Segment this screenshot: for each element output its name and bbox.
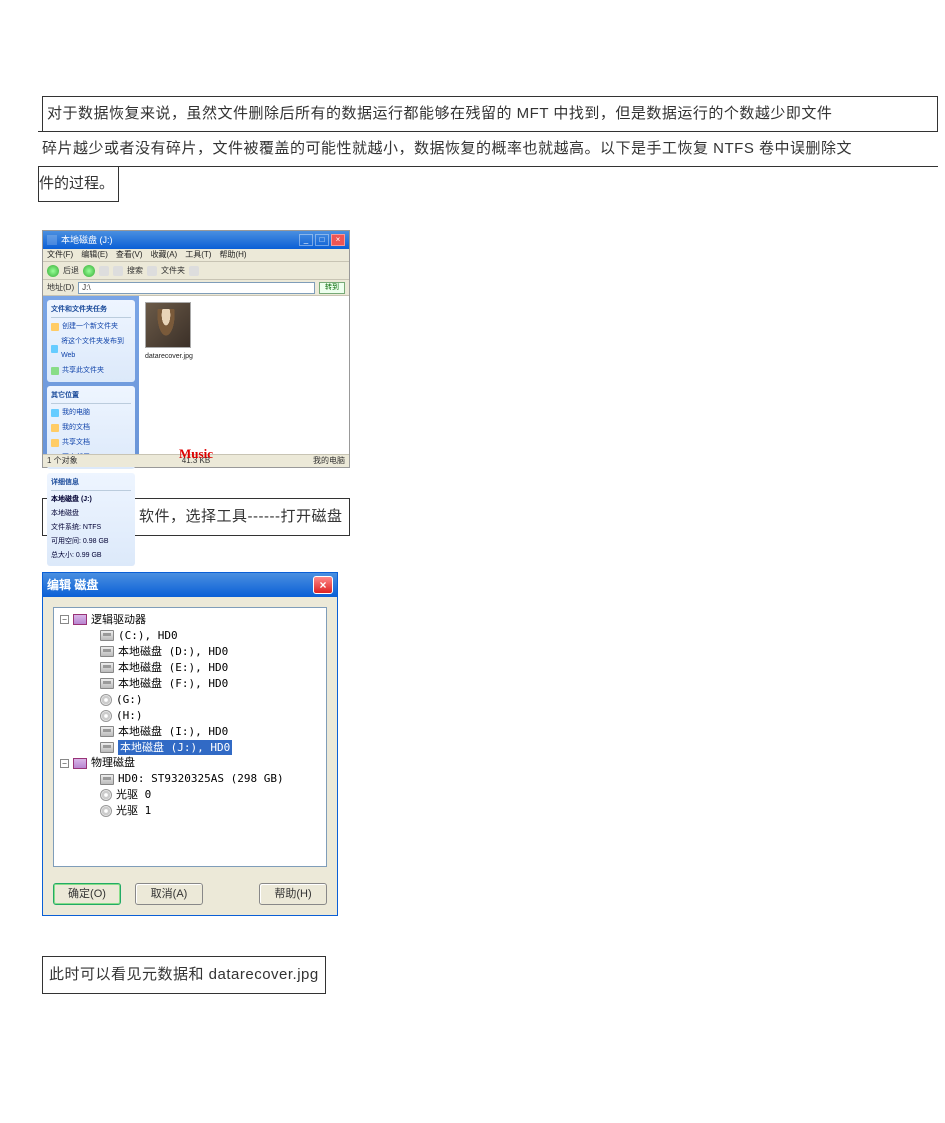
dialog-titlebar: 编辑 磁盘 × xyxy=(43,573,337,597)
file-thumbnail[interactable]: datarecover.jpg xyxy=(145,302,191,364)
thumbnail-image xyxy=(145,302,191,348)
tree-item[interactable]: HD0: ST9320325AS (298 GB) xyxy=(60,771,320,787)
tree-item[interactable]: 本地磁盘 (E:), HD0 xyxy=(60,660,320,676)
details-panel: 详细信息 本地磁盘 (J:) 本地磁盘 文件系统: NTFS 可用空间: 0.9… xyxy=(47,473,135,566)
status-bar: 1 个对象 41.3 KB 我的电脑 Music xyxy=(43,454,349,467)
tree-item[interactable]: 本地磁盘 (D:), HD0 xyxy=(60,644,320,660)
address-label: 地址(D) xyxy=(47,280,74,296)
cd-icon xyxy=(100,710,112,722)
up-icon[interactable] xyxy=(99,266,109,276)
folders-icon[interactable] xyxy=(147,266,157,276)
tree-logical-root[interactable]: −逻辑驱动器 xyxy=(60,612,320,628)
views-icon[interactable] xyxy=(189,266,199,276)
tree-item[interactable]: 本地磁盘 (F:), HD0 xyxy=(60,676,320,692)
close-button[interactable]: × xyxy=(331,234,345,246)
watermark-text: Music xyxy=(179,441,213,467)
details-header: 详细信息 xyxy=(51,476,131,491)
forward-icon[interactable] xyxy=(83,265,95,277)
tasks-header: 文件和文件夹任务 xyxy=(51,303,131,318)
tree-item[interactable]: (C:), HD0 xyxy=(60,628,320,644)
hdd-icon xyxy=(100,630,114,641)
hdd-icon xyxy=(100,646,114,657)
tree-item-selected[interactable]: 本地磁盘 (J:), HD0 xyxy=(60,740,320,756)
menu-fav[interactable]: 收藏(A) xyxy=(151,247,178,263)
tree-physical-root[interactable]: −物理磁盘 xyxy=(60,755,320,771)
menu-view[interactable]: 查看(V) xyxy=(116,247,143,263)
tree-item[interactable]: 本地磁盘 (I:), HD0 xyxy=(60,724,320,740)
toolbar: 后退 搜索 文件夹 xyxy=(43,262,349,280)
drive-icon xyxy=(47,235,57,245)
para-line-2: 碎片越少或者没有碎片，文件被覆盖的可能性就越小，数据恢复的概率也就越高。以下是手… xyxy=(38,131,938,167)
maximize-button[interactable]: □ xyxy=(315,234,329,246)
tasks-panel: 文件和文件夹任务 创建一个新文件夹 将这个文件夹发布到 Web 共享此文件夹 xyxy=(47,300,135,382)
disk-tree[interactable]: −逻辑驱动器 (C:), HD0 本地磁盘 (D:), HD0 本地磁盘 (E:… xyxy=(53,607,327,867)
dialog-button-row: 确定(O) 取消(A) 帮助(H) xyxy=(43,877,337,915)
details-free: 可用空间: 0.98 GB xyxy=(51,535,131,549)
back-icon[interactable] xyxy=(47,265,59,277)
help-button[interactable]: 帮助(H) xyxy=(259,883,327,905)
para-line-1: 对于数据恢复来说，虽然文件删除后所有的数据运行都能够在残留的 MFT 中找到，但… xyxy=(42,96,938,131)
menu-edit[interactable]: 编辑(E) xyxy=(81,247,108,263)
tree-item[interactable]: (G:) xyxy=(60,692,320,708)
hdd-icon xyxy=(100,742,114,753)
address-bar: 地址(D) J:\ 转到 xyxy=(43,280,349,296)
collapse-icon[interactable]: − xyxy=(60,615,69,624)
para-line-3: 件的过程。 xyxy=(38,167,119,202)
status-objects: 1 个对象 xyxy=(47,453,146,469)
cd-icon xyxy=(100,805,112,817)
search-label[interactable]: 搜索 xyxy=(127,263,143,279)
dialog-title: 编辑 磁盘 xyxy=(47,573,98,597)
details-type: 本地磁盘 xyxy=(51,507,131,521)
dialog-close-button[interactable]: × xyxy=(313,576,333,594)
details-total: 总大小: 0.99 GB xyxy=(51,549,131,563)
menu-file[interactable]: 文件(F) xyxy=(47,247,73,263)
menu-bar: 文件(F) 编辑(E) 查看(V) 收藏(A) 工具(T) 帮助(H) xyxy=(43,249,349,262)
tasks-sidebar: 文件和文件夹任务 创建一个新文件夹 将这个文件夹发布到 Web 共享此文件夹 其… xyxy=(43,296,139,454)
place-item[interactable]: 共享文档 xyxy=(51,436,131,450)
other-places-header: 其它位置 xyxy=(51,389,131,404)
explorer-screenshot: 本地磁盘 (J:) _ □ × 文件(F) 编辑(E) 查看(V) 收藏(A) … xyxy=(42,230,350,468)
address-field[interactable]: J:\ xyxy=(78,282,315,294)
cd-icon xyxy=(100,694,112,706)
cd-icon xyxy=(100,789,112,801)
tree-item[interactable]: 光驱 1 xyxy=(60,803,320,819)
hdd-icon xyxy=(100,678,114,689)
drives-icon xyxy=(73,758,87,769)
task-item[interactable]: 共享此文件夹 xyxy=(51,364,131,378)
status-location: 我的电脑 xyxy=(246,453,345,469)
menu-tools[interactable]: 工具(T) xyxy=(185,247,211,263)
details-fs: 文件系统: NTFS xyxy=(51,521,131,535)
hdd-icon xyxy=(100,774,114,785)
task-item[interactable]: 将这个文件夹发布到 Web xyxy=(51,335,131,363)
go-button[interactable]: 转到 xyxy=(319,282,345,294)
cancel-button[interactable]: 取消(A) xyxy=(135,883,203,905)
drives-icon xyxy=(73,614,87,625)
back-label[interactable]: 后退 xyxy=(63,263,79,279)
search-icon[interactable] xyxy=(113,266,123,276)
minimize-button[interactable]: _ xyxy=(299,234,313,246)
menu-help[interactable]: 帮助(H) xyxy=(219,247,246,263)
task-item[interactable]: 创建一个新文件夹 xyxy=(51,320,131,334)
tree-item[interactable]: 光驱 0 xyxy=(60,787,320,803)
file-pane[interactable]: datarecover.jpg xyxy=(139,296,349,454)
tree-item[interactable]: (H:) xyxy=(60,708,320,724)
intro-paragraph: 对于数据恢复来说，虽然文件删除后所有的数据运行都能够在残留的 MFT 中找到，但… xyxy=(42,96,945,202)
ok-button[interactable]: 确定(O) xyxy=(53,883,121,905)
open-disk-dialog-screenshot: 编辑 磁盘 × −逻辑驱动器 (C:), HD0 本地磁盘 (D:), HD0 … xyxy=(42,572,338,916)
hdd-icon xyxy=(100,726,114,737)
place-item[interactable]: 我的电脑 xyxy=(51,406,131,420)
place-item[interactable]: 我的文档 xyxy=(51,421,131,435)
step-2-text: 此时可以看见元数据和 datarecover.jpg xyxy=(42,956,326,994)
file-name: datarecover.jpg xyxy=(145,350,191,364)
collapse-icon[interactable]: − xyxy=(60,759,69,768)
details-name: 本地磁盘 (J:) xyxy=(51,493,131,507)
hdd-icon xyxy=(100,662,114,673)
folders-label[interactable]: 文件夹 xyxy=(161,263,185,279)
